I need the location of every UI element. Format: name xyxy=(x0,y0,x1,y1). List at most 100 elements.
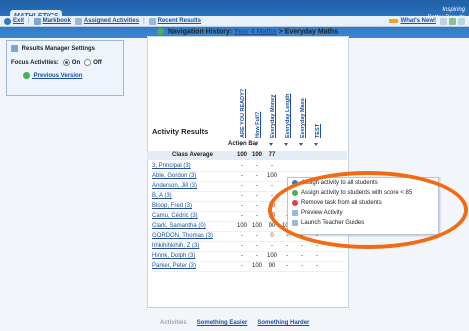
score-cell[interactable]: - xyxy=(250,213,264,219)
history-icon xyxy=(157,28,164,35)
score-cell[interactable]: - xyxy=(235,253,249,259)
column-header[interactable]: Everyday Length xyxy=(280,82,294,138)
action-dropdown-icon[interactable] xyxy=(239,143,243,146)
column-header[interactable]: Everyday Mass xyxy=(295,82,309,138)
class-average-cell: 100 xyxy=(236,152,247,158)
score-cell[interactable]: - xyxy=(280,253,294,259)
class-average-cell: 100 xyxy=(251,152,262,158)
score-cell[interactable]: - xyxy=(235,233,249,239)
score-cell[interactable]: 100 xyxy=(250,223,264,229)
history-link-year4[interactable]: Year 4 Maths xyxy=(234,28,277,35)
student-name-link[interactable]: Parker, Peter (3) xyxy=(152,263,196,269)
score-cell[interactable]: - xyxy=(295,263,309,269)
focus-on-radio[interactable] xyxy=(62,59,70,67)
score-cell[interactable]: - xyxy=(235,183,249,189)
score-cell[interactable]: - xyxy=(295,243,309,249)
score-cell[interactable]: - xyxy=(235,263,249,269)
score-cell[interactable]: - xyxy=(250,163,264,169)
score-cell[interactable]: - xyxy=(265,163,279,169)
score-cell[interactable]: - xyxy=(250,173,264,179)
highlight-oval xyxy=(268,171,468,249)
action-dropdown-icon[interactable] xyxy=(314,143,318,146)
score-cell[interactable]: - xyxy=(250,233,264,239)
focus-label: Focus Activities: xyxy=(11,59,59,66)
exit-icon xyxy=(4,17,11,25)
history-label: Navigation History: xyxy=(167,28,233,36)
score-cell[interactable]: - xyxy=(235,173,249,179)
column-header[interactable]: How Full? xyxy=(250,82,264,138)
score-cell[interactable]: - xyxy=(235,163,249,169)
recent-results-link[interactable]: Recent Results xyxy=(148,17,201,25)
score-cell[interactable]: - xyxy=(265,243,279,249)
score-cell[interactable]: - xyxy=(310,253,324,259)
previous-version-link[interactable]: Previous Version xyxy=(23,72,119,79)
navigation-history: Navigation History: Year 4 Maths > Every… xyxy=(157,28,338,35)
score-cell[interactable]: 0 xyxy=(265,233,279,239)
action-dropdown-icon[interactable] xyxy=(284,143,288,146)
student-name-link[interactable]: hhkihihkihih, Z (3) xyxy=(152,243,199,249)
score-cell[interactable]: - xyxy=(235,213,249,219)
nav-bar: Exit | Markbook Assigned Activities | Re… xyxy=(0,16,469,27)
bottom-links: Activities Something Easier Something Ha… xyxy=(160,320,309,326)
markbook-icon xyxy=(33,17,41,25)
action-dropdown-icon[interactable] xyxy=(299,143,303,146)
history-separator: > xyxy=(278,28,283,36)
score-cell[interactable]: - xyxy=(295,253,309,259)
activities-link[interactable]: Activities xyxy=(160,320,187,326)
markbook-link[interactable]: Markbook xyxy=(33,17,71,25)
nav-right: What's New! xyxy=(388,16,467,26)
markbook-label: Markbook xyxy=(42,18,71,24)
something-harder-link[interactable]: Something Harder xyxy=(257,320,309,326)
focus-activities-row: Focus Activities: On Off xyxy=(11,59,119,67)
column-header-label: Everyday Money xyxy=(270,94,276,138)
score-cell[interactable]: - xyxy=(250,183,264,189)
student-name-link[interactable]: B, A (3) xyxy=(152,193,172,199)
whats-new-icon xyxy=(388,19,398,23)
help-icon[interactable] xyxy=(440,17,447,25)
column-header[interactable]: Everyday Money xyxy=(265,82,279,138)
action-dropdown-icon[interactable] xyxy=(269,143,273,146)
score-cell[interactable]: 100 xyxy=(265,253,279,259)
score-cell[interactable]: - xyxy=(235,203,249,209)
student-name-link[interactable]: Able, Gordon (3) xyxy=(152,173,196,179)
column-header-label: TEST xyxy=(315,123,321,138)
student-name-link[interactable]: Clark, Samantha (0) xyxy=(152,223,206,229)
score-cell[interactable]: - xyxy=(235,243,249,249)
column-header[interactable]: TEST xyxy=(310,82,324,138)
student-name-link[interactable]: Bloop, Fred (3) xyxy=(152,203,192,209)
assigned-activities-link[interactable]: Assigned Activities xyxy=(74,17,139,25)
exit-link[interactable]: Exit xyxy=(4,17,25,25)
score-cell[interactable]: 90 xyxy=(265,263,279,269)
action-dropdown-icon[interactable] xyxy=(254,143,258,146)
score-cell[interactable]: 100 xyxy=(250,263,264,269)
something-easier-link[interactable]: Something Easier xyxy=(197,320,248,326)
table-row: Parker, Peter (3) -100 90- - - xyxy=(151,262,346,272)
column-header[interactable]: ARE YOU READY? xyxy=(235,82,249,138)
history-current: Everyday Maths xyxy=(284,28,339,36)
whats-new-link[interactable]: What's New! xyxy=(401,18,436,24)
score-cell[interactable]: - xyxy=(250,203,264,209)
score-cell[interactable]: - xyxy=(250,193,264,199)
column-header-label: How Full? xyxy=(255,111,261,138)
focus-off-radio[interactable] xyxy=(84,59,92,67)
score-cell[interactable]: - xyxy=(280,263,294,269)
score-cell[interactable]: - xyxy=(280,243,294,249)
score-cell[interactable]: - xyxy=(265,183,279,189)
exit-label: Exit xyxy=(13,18,25,24)
student-name-link[interactable]: Anderson, Jill (3) xyxy=(152,183,197,189)
student-name-link[interactable]: 3, Principal (3) xyxy=(152,163,191,169)
student-name-link[interactable]: Camu, Cédric (3) xyxy=(152,213,198,219)
print-icon[interactable] xyxy=(449,17,456,25)
score-cell[interactable]: 100 xyxy=(235,223,249,229)
student-name-link[interactable]: GORDON, Thomas (3) xyxy=(152,233,213,239)
score-cell[interactable]: - xyxy=(250,243,264,249)
student-name-link[interactable]: Hinnk, Dolph (3) xyxy=(152,253,195,259)
column-header-label: Everyday Length xyxy=(285,93,291,138)
score-cell[interactable]: - xyxy=(310,263,324,269)
score-cell[interactable]: - xyxy=(235,193,249,199)
export-icon[interactable] xyxy=(458,17,465,25)
score-cell[interactable]: 100 xyxy=(265,173,279,179)
class-average-label: Class Average xyxy=(172,152,213,158)
score-cell[interactable]: - xyxy=(250,253,264,259)
nav-separator: | xyxy=(143,18,145,24)
